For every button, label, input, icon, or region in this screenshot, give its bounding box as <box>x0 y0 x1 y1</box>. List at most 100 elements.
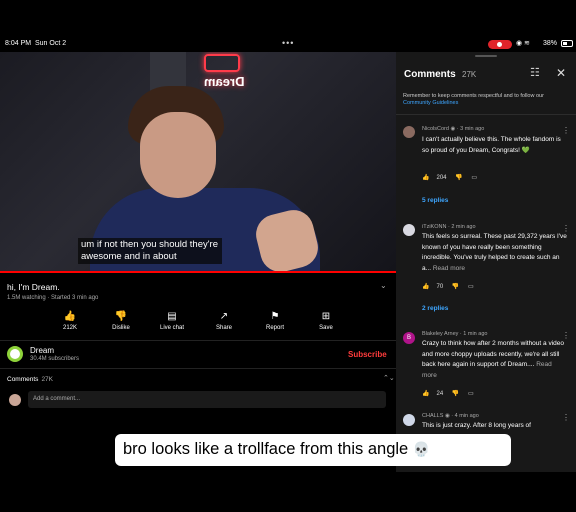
video-actions: 👍 212K 👎 Dislike ▤ Live chat ↗ Share ⚑ R… <box>48 310 358 336</box>
panel-comment-count: 27K <box>462 70 477 79</box>
comments-teaser[interactable]: Comments 27K <box>7 376 53 383</box>
close-icon[interactable]: ✕ <box>556 66 566 80</box>
share-icon: ↗ <box>219 311 229 322</box>
battery-percent: 38% <box>543 40 558 47</box>
comment-text: Crazy to think how after 2 months withou… <box>422 339 567 381</box>
comment-time: · 2 min ago <box>447 224 476 230</box>
add-comment-input[interactable]: Add a comment... <box>28 391 386 408</box>
comment-actions: 👍 204 👎 ▭ <box>422 174 522 181</box>
dislike-label: Dislike <box>112 325 130 331</box>
flag-icon: ⚑ <box>270 311 280 322</box>
thumbs-down-icon[interactable]: 👎 <box>452 284 459 290</box>
notice-text: Remember to keep comments respectful and… <box>403 93 544 99</box>
reply-icon[interactable]: ▭ <box>468 284 474 290</box>
comment-actions: 👍 70 👎 ▭ <box>422 283 522 290</box>
comment-author[interactable]: CHALLS <box>422 413 443 419</box>
comment-avatar[interactable]: B <box>403 332 415 344</box>
video-person-face <box>140 112 216 198</box>
like-count: 212K <box>62 325 77 331</box>
channel-name[interactable]: Dream <box>30 346 54 355</box>
comment-like-count: 24 <box>436 391 444 397</box>
multitask-dots-icon[interactable]: ••• <box>282 38 294 48</box>
wifi-icon: ◉ ≋ <box>516 40 530 47</box>
drag-handle[interactable] <box>475 55 497 57</box>
reply-icon[interactable]: ▭ <box>471 175 477 181</box>
chevron-down-icon[interactable]: ⌄ <box>380 281 387 290</box>
video-meta: 1.5M watching · Started 3 min ago <box>7 295 99 301</box>
comments-panel: Comments 27K ☷ ✕ Remember to keep commen… <box>396 52 576 472</box>
report-label: Report <box>265 325 284 331</box>
divider <box>0 340 396 341</box>
status-bar: 8:04 PM Sun Oct 2 ••• ◉ ≋ 38% <box>0 0 576 52</box>
video-caption: um if not then you should they're awesom… <box>78 238 222 264</box>
comment-time: · 4 min ago <box>451 413 479 419</box>
reply-icon[interactable]: ▭ <box>468 391 474 397</box>
comment-avatar[interactable] <box>403 126 415 138</box>
comment-avatar[interactable] <box>403 224 415 236</box>
user-avatar <box>9 394 21 406</box>
share-button[interactable]: ↗ Share <box>204 310 244 331</box>
channel-avatar[interactable] <box>7 346 23 362</box>
thumbs-up-icon[interactable]: 👍 <box>422 391 429 397</box>
divider <box>0 368 396 369</box>
video-player[interactable]: Dream um if not then you should they're … <box>0 52 396 272</box>
comment-text: This feels so surreal. These past 29,372… <box>422 232 567 274</box>
read-more-link[interactable]: Read more <box>433 265 465 272</box>
comment-header: CHALLS ◉ · 4 min ago <box>422 413 479 419</box>
comment-time: · 1 min ago <box>459 331 488 337</box>
comment-like-count: 204 <box>436 175 447 181</box>
comments-count: 27K <box>41 376 54 383</box>
panel-title: Comments <box>404 69 456 80</box>
more-options-icon[interactable]: ⋮ <box>562 126 570 135</box>
comment-time: · 3 min ago <box>456 126 485 132</box>
view-replies-button[interactable]: 5 replies <box>422 197 448 204</box>
comment-text: I can't actually believe this. The whole… <box>422 136 561 154</box>
live-chat-label: Live chat <box>159 325 184 331</box>
comment-header: NicolsCord ◉ · 3 min ago <box>422 126 484 132</box>
expand-comments-icon[interactable]: ⌃⌄ <box>383 374 395 382</box>
save-label: Save <box>319 325 333 331</box>
dislike-button[interactable]: 👎 Dislike <box>101 310 141 331</box>
thumbs-up-icon[interactable]: 👍 <box>422 284 429 290</box>
verified-icon: ◉ <box>450 126 456 132</box>
community-guidelines-link[interactable]: Community Guidelines <box>403 100 458 106</box>
community-notice: Remember to keep comments respectful and… <box>403 93 573 107</box>
thumbs-down-icon[interactable]: 👎 <box>455 175 462 181</box>
thumbs-up-icon: 👍 <box>63 311 77 322</box>
verified-icon: ◉ <box>444 413 450 419</box>
status-date: Sun Oct 2 <box>35 40 67 47</box>
dream-logo-text: Dream <box>204 74 245 89</box>
comment-author[interactable]: NicolsCord <box>422 126 449 132</box>
divider <box>396 114 576 115</box>
comment-text: This is just crazy. After 8 long years o… <box>422 422 531 429</box>
view-replies-button[interactable]: 2 replies <box>422 305 448 312</box>
dream-logo-sign <box>204 54 240 72</box>
save-button[interactable]: ⊞ Save <box>306 310 346 331</box>
video-progress-bar[interactable] <box>0 271 396 273</box>
comments-label: Comments <box>7 376 39 383</box>
report-button[interactable]: ⚑ Report <box>255 310 295 331</box>
live-chat-button[interactable]: ▤ Live chat <box>152 310 192 331</box>
channel-subscribers: 30.4M subscribers <box>30 356 80 362</box>
skull-emoji-icon: 💀 <box>412 441 431 457</box>
video-title[interactable]: hi, I'm Dream. <box>7 282 60 292</box>
subscribe-button[interactable]: Subscribe <box>348 350 387 359</box>
thumbs-down-icon[interactable]: 👎 <box>452 391 459 397</box>
screen-record-icon <box>488 40 512 49</box>
comment-author[interactable]: Blakeley Arney <box>422 331 458 337</box>
overlay-text: bro looks like a trollface from this ang… <box>123 440 409 458</box>
overlay-caption: bro looks like a trollface from this ang… <box>115 434 511 466</box>
filter-icon[interactable]: ☷ <box>530 66 540 79</box>
live-chat-icon: ▤ <box>167 311 177 322</box>
comment-header: iTziKONN · 2 min ago <box>422 224 476 230</box>
thumbs-up-icon[interactable]: 👍 <box>422 175 429 181</box>
save-icon: ⊞ <box>321 311 331 322</box>
comment-like-count: 70 <box>436 284 444 290</box>
like-button[interactable]: 👍 212K <box>50 310 90 331</box>
comment-author[interactable]: iTziKONN <box>422 224 446 230</box>
comment-header: Blakeley Arney · 1 min ago <box>422 331 487 337</box>
share-label: Share <box>215 325 232 331</box>
battery-icon <box>561 40 573 47</box>
comment-avatar[interactable] <box>403 414 415 426</box>
status-time: 8:04 PM <box>5 40 32 47</box>
